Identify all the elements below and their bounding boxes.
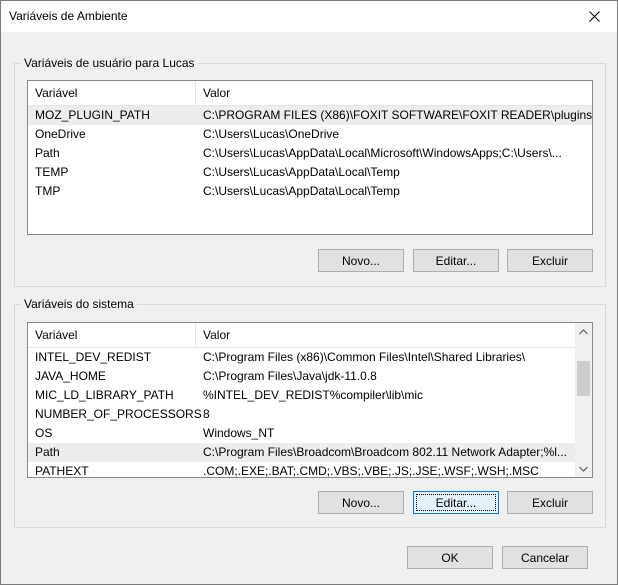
table-row[interactable]: INTEL_DEV_REDIST C:\Program Files (x86)\C…	[28, 348, 575, 367]
close-button[interactable]	[571, 1, 617, 32]
column-divider[interactable]	[195, 81, 196, 105]
system-new-button[interactable]: Novo...	[318, 491, 404, 514]
variable-name-cell: TMP	[35, 184, 61, 198]
scroll-up-button[interactable]	[575, 323, 592, 340]
table-row[interactable]: MOZ_PLUGIN_PATH C:\PROGRAM FILES (X86)\FO…	[28, 106, 592, 125]
cancel-button[interactable]: Cancelar	[502, 546, 588, 569]
variable-name-cell: TEMP	[35, 165, 69, 179]
environment-variables-dialog: Variáveis de Ambiente Variáveis de usuár…	[0, 0, 618, 585]
variable-name-cell: OneDrive	[35, 127, 86, 141]
cancel-label: Cancelar	[520, 550, 570, 565]
variable-value-cell: %INTEL_DEV_REDIST%compiler\lib\mic	[203, 388, 424, 402]
user-list-header: Variável Valor	[28, 81, 592, 106]
variable-name-cell: Path	[35, 146, 60, 160]
table-row[interactable]: PATHEXT .COM;.EXE;.BAT;.CMD;.VBS;.VBE;.JS…	[28, 462, 575, 478]
variable-name-cell: MOZ_PLUGIN_PATH	[35, 108, 150, 122]
column-divider[interactable]	[195, 323, 196, 347]
scroll-down-button[interactable]	[575, 460, 592, 477]
variable-value-cell: C:\Users\Lucas\OneDrive	[203, 127, 340, 141]
user-edit-button[interactable]: Editar...	[413, 249, 499, 272]
table-row[interactable]: NUMBER_OF_PROCESSORS 8	[28, 405, 575, 424]
variable-name-cell: NUMBER_OF_PROCESSORS	[35, 407, 202, 421]
system-delete-label: Excluir	[531, 495, 568, 510]
column-header-value[interactable]: Valor	[203, 86, 230, 100]
scroll-thumb[interactable]	[577, 361, 590, 396]
chevron-up-icon	[579, 328, 588, 334]
ok-button[interactable]: OK	[407, 546, 493, 569]
variable-value-cell: C:\Program Files\Broadcom\Broadcom 802.1…	[203, 445, 567, 459]
variable-name-cell: MIC_LD_LIBRARY_PATH	[35, 388, 174, 402]
variable-value-cell: C:\Program Files\Java\jdk-11.0.8	[203, 369, 377, 383]
variable-name-cell: OS	[35, 426, 53, 440]
system-variables-group: Variáveis do sistema Variável Valor INTE…	[14, 297, 606, 528]
table-row[interactable]: Path C:\Program Files\Broadcom\Broadcom 8…	[28, 443, 575, 462]
system-new-label: Novo...	[341, 495, 380, 510]
column-header-value[interactable]: Valor	[203, 328, 230, 342]
table-row[interactable]: TMP C:\Users\Lucas\AppData\Local\Temp	[28, 182, 592, 201]
table-row[interactable]: OS Windows_NT	[28, 424, 575, 443]
table-row[interactable]: MIC_LD_LIBRARY_PATH %INTEL_DEV_REDIST%com…	[28, 386, 575, 405]
system-list-scrollbar[interactable]	[575, 323, 592, 477]
system-edit-button[interactable]: Editar...	[413, 491, 499, 514]
user-new-button[interactable]: Novo...	[318, 249, 404, 272]
system-variables-legend: Variáveis do sistema	[21, 297, 137, 311]
table-row[interactable]: JAVA_HOME C:\Program Files\Java\jdk-11.0.…	[28, 367, 575, 386]
variable-value-cell: 8	[203, 407, 210, 421]
variable-name-cell: INTEL_DEV_REDIST	[35, 350, 152, 364]
user-variables-legend: Variáveis de usuário para Lucas	[21, 56, 198, 70]
system-variables-list[interactable]: Variável Valor INTEL_DEV_REDIST C:\Progra…	[27, 322, 593, 478]
column-header-variable[interactable]: Variável	[35, 86, 77, 100]
system-edit-label: Editar...	[435, 495, 477, 510]
variable-value-cell: C:\Program Files (x86)\Common Files\Inte…	[203, 350, 526, 364]
user-delete-label: Excluir	[531, 253, 568, 268]
column-header-variable[interactable]: Variável	[35, 328, 77, 342]
user-variables-list[interactable]: Variável Valor MOZ_PLUGIN_PATH C:\PROGRAM…	[27, 80, 593, 235]
title-bar: Variáveis de Ambiente	[1, 1, 617, 32]
table-row[interactable]: OneDrive C:\Users\Lucas\OneDrive	[28, 125, 592, 144]
variable-name-cell: JAVA_HOME	[35, 369, 106, 383]
user-edit-label: Editar...	[435, 253, 477, 268]
system-list-header: Variável Valor	[28, 323, 575, 348]
ok-label: OK	[441, 550, 459, 565]
variable-name-cell: Path	[35, 445, 60, 459]
variable-value-cell: C:\Users\Lucas\AppData\Local\Temp	[203, 184, 400, 198]
chevron-down-icon	[579, 466, 588, 472]
window-title: Variáveis de Ambiente	[9, 9, 128, 23]
close-icon	[588, 11, 600, 22]
table-row[interactable]: Path C:\Users\Lucas\AppData\Local\Microso…	[28, 144, 592, 163]
user-delete-button[interactable]: Excluir	[507, 249, 593, 272]
table-row[interactable]: TEMP C:\Users\Lucas\AppData\Local\Temp	[28, 163, 592, 182]
variable-value-cell: Windows_NT	[203, 426, 275, 440]
system-delete-button[interactable]: Excluir	[507, 491, 593, 514]
user-new-label: Novo...	[341, 253, 380, 268]
variable-name-cell: PATHEXT	[35, 464, 89, 478]
variable-value-cell: .COM;.EXE;.BAT;.CMD;.VBS;.VBE;.JS;.JSE;.…	[203, 464, 539, 478]
user-variables-group: Variáveis de usuário para Lucas Variável…	[14, 56, 606, 287]
variable-value-cell: C:\PROGRAM FILES (X86)\FOXIT SOFTWARE\FO…	[203, 108, 593, 122]
variable-value-cell: C:\Users\Lucas\AppData\Local\Microsoft\W…	[203, 146, 562, 160]
variable-value-cell: C:\Users\Lucas\AppData\Local\Temp	[203, 165, 400, 179]
